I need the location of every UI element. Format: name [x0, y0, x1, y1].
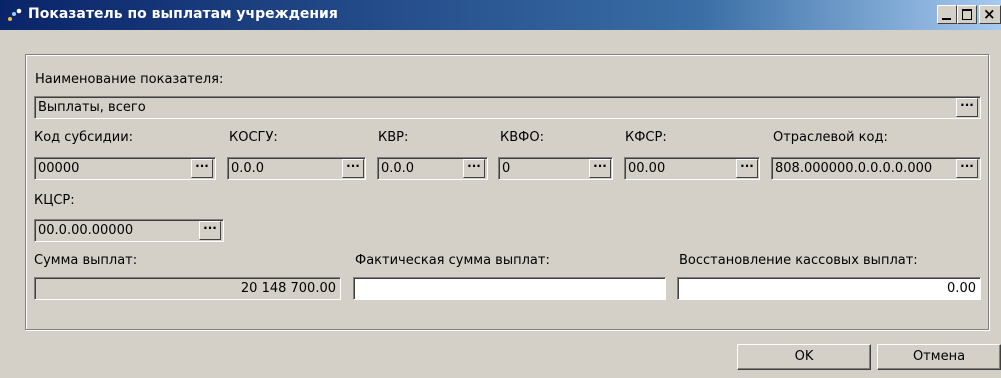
- title-bar[interactable]: Показатель по выплатам учреждения ×: [0, 0, 1001, 30]
- payment-sum-label: Сумма выплат:: [34, 253, 138, 268]
- kfsr-label: КФСР:: [625, 130, 667, 145]
- actual-sum-input[interactable]: [353, 277, 666, 300]
- kfsr-lookup-button[interactable]: ···: [736, 159, 758, 178]
- window-title: Показатель по выплатам учреждения: [28, 6, 338, 22]
- kosgu-lookup-button[interactable]: ···: [342, 159, 364, 178]
- subsidy-code-lookup-button[interactable]: ···: [191, 159, 213, 178]
- kvr-label: КВР:: [378, 130, 409, 145]
- kcsr-field[interactable]: 00.0.00.00000: [34, 219, 224, 242]
- actual-sum-label: Фактическая сумма выплат:: [355, 253, 550, 268]
- app-icon: [8, 8, 22, 21]
- name-lookup-button[interactable]: ···: [956, 98, 978, 117]
- name-label: Наименование показателя:: [35, 72, 224, 87]
- kvfo-lookup-button[interactable]: ···: [589, 159, 611, 178]
- close-button[interactable]: ×: [979, 5, 1001, 24]
- cash-restore-input[interactable]: 0.00: [677, 277, 981, 300]
- maximize-button[interactable]: [957, 5, 977, 24]
- kosgu-label: КОСГУ:: [229, 130, 278, 145]
- kvfo-label: КВФО:: [500, 130, 544, 145]
- subsidy-code-label: Код субсидии:: [34, 130, 134, 145]
- kcsr-label: КЦСР:: [34, 193, 75, 208]
- minimize-button[interactable]: [937, 5, 957, 24]
- subsidy-code-field[interactable]: 00000: [34, 157, 216, 180]
- payment-sum-field: 20 148 700.00: [34, 277, 341, 300]
- cash-restore-label: Восстановление кассовых выплат:: [679, 253, 918, 268]
- kcsr-lookup-button[interactable]: ···: [199, 221, 221, 240]
- ok-button[interactable]: OK: [737, 344, 871, 370]
- industry-code-field[interactable]: 808.000000.0.0.0.0.000: [771, 157, 981, 180]
- close-icon: ×: [983, 5, 996, 23]
- name-field[interactable]: Выплаты, всего: [34, 96, 981, 119]
- industry-code-lookup-button[interactable]: ···: [956, 159, 978, 178]
- kvr-lookup-button[interactable]: ···: [463, 159, 485, 178]
- cancel-button[interactable]: Отмена: [877, 344, 1001, 370]
- industry-code-label: Отраслевой код:: [773, 130, 888, 145]
